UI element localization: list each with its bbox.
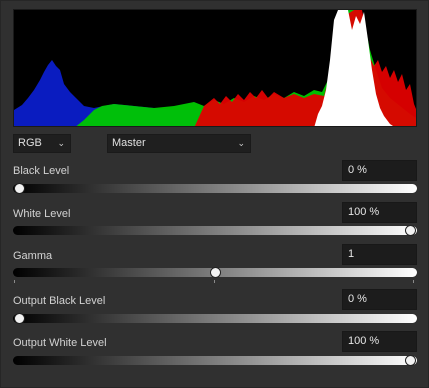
channel-dropdown[interactable]: RGB ⌄ (13, 134, 71, 153)
gamma-input[interactable]: 1 (342, 244, 417, 265)
chevron-down-icon: ⌄ (57, 138, 65, 148)
gamma-tick-min (14, 280, 15, 283)
output-white-level-handle[interactable] (405, 355, 416, 366)
white-level-label: White Level (13, 208, 71, 220)
black-level-slider[interactable] (13, 183, 417, 194)
chevron-down-icon: ⌄ (237, 138, 245, 148)
histogram (13, 9, 417, 127)
channel-dropdown-value: RGB (18, 137, 42, 149)
output-black-level-handle[interactable] (14, 313, 25, 324)
gamma-tick-max (413, 280, 414, 283)
output-white-level-slider[interactable] (13, 355, 417, 366)
output-black-level-input[interactable]: 0 % (342, 289, 417, 310)
white-level-slider[interactable] (13, 225, 417, 236)
gamma-handle[interactable] (209, 267, 221, 278)
output-black-level-label: Output Black Level (13, 295, 106, 307)
histogram-chart (14, 10, 416, 126)
histogram-red (194, 10, 416, 126)
output-white-level-label: Output White Level (13, 337, 107, 349)
output-black-level-slider[interactable] (13, 313, 417, 324)
black-level-handle[interactable] (14, 183, 25, 194)
white-level-handle[interactable] (405, 225, 416, 236)
mode-dropdown[interactable]: Master ⌄ (107, 134, 251, 153)
gamma-tick-mid (214, 280, 215, 283)
white-level-input[interactable]: 100 % (342, 202, 417, 223)
gamma-slider[interactable] (13, 267, 417, 278)
output-white-level-input[interactable]: 100 % (342, 331, 417, 352)
gamma-label: Gamma (13, 250, 53, 262)
black-level-label: Black Level (13, 165, 70, 177)
black-level-input[interactable]: 0 % (342, 160, 417, 181)
mode-dropdown-value: Master (112, 137, 146, 149)
levels-panel: RGB ⌄ Master ⌄ Black Level 0 % White Lev… (0, 0, 429, 388)
